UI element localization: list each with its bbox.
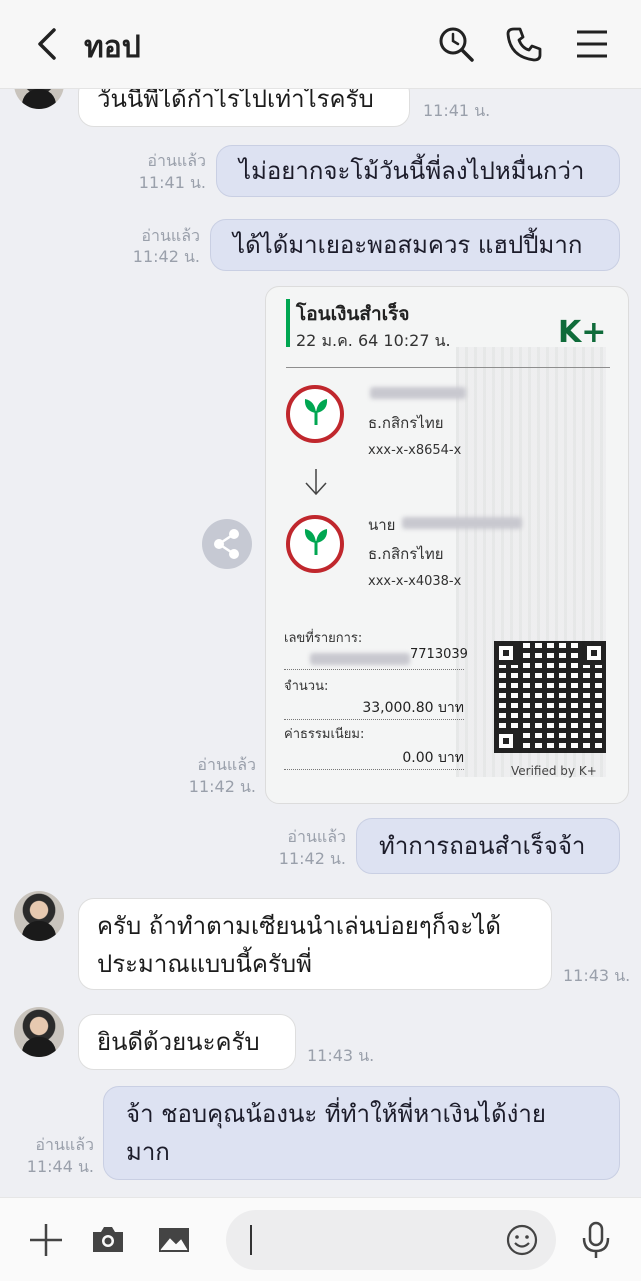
transfer-slip-image[interactable]: โอนเงินสำเร็จ 22 ม.ค. 64 10:27 น. K+ ธ.ก… — [265, 286, 629, 804]
read-receipt: อ่านแล้ว — [147, 151, 206, 170]
divider — [284, 669, 464, 670]
avatar[interactable] — [14, 891, 64, 941]
arrow-down-icon — [305, 469, 327, 496]
message-time: 11:41 น. — [423, 101, 491, 120]
incoming-message[interactable]: ครับ ถ้าทำตามเซียนนำเล่นบ่อยๆก็จะได้ ประ… — [78, 898, 552, 990]
divider — [284, 719, 464, 720]
receiver-bank: ธ.กสิกรไทย — [368, 545, 444, 563]
message-text-line: ครับ ถ้าทำตามเซียนนำเล่นบ่อยๆก็จะได้ — [97, 912, 501, 940]
fee-label: ค่าธรรมเนียม: — [284, 727, 365, 742]
verified-label: Verified by K+ — [511, 764, 597, 778]
message-text: ได้ได้มาเยอะพอสมควร แฮปปี้มาก — [233, 231, 583, 259]
kbank-logo — [286, 515, 344, 573]
message-time: 11:42 น. — [278, 849, 346, 868]
kbank-logo — [286, 385, 344, 443]
message-time: 11:42 น. — [132, 247, 200, 266]
read-receipt: อ่านแล้ว — [35, 1135, 94, 1154]
incoming-message[interactable]: วันนี้พี่ได้กำไรไปเท่าไรครับ — [78, 89, 410, 127]
message-time: 11:42 น. — [188, 777, 256, 796]
kplus-logo: K+ — [558, 315, 607, 350]
message-time: 11:43 น. — [563, 966, 631, 985]
slip-date: 22 ม.ค. 64 10:27 น. — [296, 331, 451, 350]
read-receipt: อ่านแล้ว — [287, 827, 346, 846]
message-text-line: จ้า ชอบคุณน้องนะ ที่ทำให้พี่หาเงินได้ง่า… — [126, 1100, 546, 1128]
slip-accent-bar — [286, 299, 290, 347]
fee-value: 0.00 บาท — [402, 750, 464, 766]
read-receipt: อ่านแล้ว — [141, 226, 200, 245]
menu-icon[interactable] — [572, 24, 612, 64]
message-text: ไม่อยากจะโม้วันนี้พี่ลงไปหมื่นกว่า — [239, 157, 585, 185]
message-text: วันนี้พี่ได้กำไรไปเท่าไรครับ — [97, 89, 374, 113]
microphone-icon[interactable] — [576, 1220, 616, 1260]
receiver-name-blurred — [402, 517, 522, 529]
sender-account: xxx-x-x8654-x — [368, 443, 462, 458]
message-time: 11:44 น. — [26, 1157, 94, 1176]
message-time: 11:41 น. — [138, 173, 206, 192]
read-receipt: อ่านแล้ว — [197, 755, 256, 774]
reference-blurred — [310, 653, 410, 665]
amount-label: จำนวน: — [284, 679, 329, 694]
receiver-prefix: นาย — [368, 516, 396, 534]
slip-title: โอนเงินสำเร็จ — [296, 303, 410, 325]
message-time: 11:43 น. — [307, 1046, 375, 1065]
message-text-line: ประมาณแบบนี้ครับพี่ — [97, 950, 312, 978]
avatar[interactable] — [14, 1007, 64, 1057]
divider — [284, 769, 464, 770]
camera-icon[interactable] — [88, 1220, 128, 1260]
message-text: ทำการถอนสำเร็จจ้า — [379, 832, 586, 860]
sender-bank: ธ.กสิกรไทย — [368, 414, 444, 432]
reference-value: 7713039 — [410, 647, 468, 662]
qr-code — [494, 641, 606, 753]
sender-name-blurred — [370, 387, 466, 399]
receiver-account: xxx-x-x4038-x — [368, 574, 462, 589]
chat-area[interactable]: วันนี้พี่ได้กำไรไปเท่าไรครับ 11:41 น. อ่… — [0, 89, 641, 1197]
phone-icon[interactable] — [504, 24, 544, 64]
text-caret — [250, 1225, 252, 1255]
avatar[interactable] — [14, 89, 64, 109]
search-icon[interactable] — [436, 24, 476, 64]
back-arrow-icon[interactable] — [30, 26, 66, 62]
chat-header: ทอป — [0, 0, 641, 89]
composer-bar — [0, 1197, 641, 1281]
message-text: ยินดีด้วยนะครับ — [97, 1028, 260, 1056]
reference-label: เลขที่รายการ: — [284, 631, 363, 646]
image-icon[interactable] — [154, 1220, 194, 1260]
emoji-icon[interactable] — [502, 1220, 542, 1260]
outgoing-message[interactable]: ไม่อยากจะโม้วันนี้พี่ลงไปหมื่นกว่า — [216, 145, 620, 197]
share-button[interactable] — [202, 519, 252, 569]
amount-value: 33,000.80 บาท — [362, 700, 464, 716]
plus-icon[interactable] — [26, 1220, 66, 1260]
share-icon — [214, 529, 239, 559]
chat-title: ทอป — [84, 30, 141, 65]
incoming-message[interactable]: ยินดีด้วยนะครับ — [78, 1014, 296, 1070]
outgoing-message[interactable]: ทำการถอนสำเร็จจ้า — [356, 818, 620, 874]
message-text-line: มาก — [126, 1138, 170, 1166]
outgoing-message[interactable]: ได้ได้มาเยอะพอสมควร แฮปปี้มาก — [210, 219, 620, 271]
divider — [286, 367, 610, 368]
outgoing-message[interactable]: จ้า ชอบคุณน้องนะ ที่ทำให้พี่หาเงินได้ง่า… — [103, 1086, 620, 1180]
